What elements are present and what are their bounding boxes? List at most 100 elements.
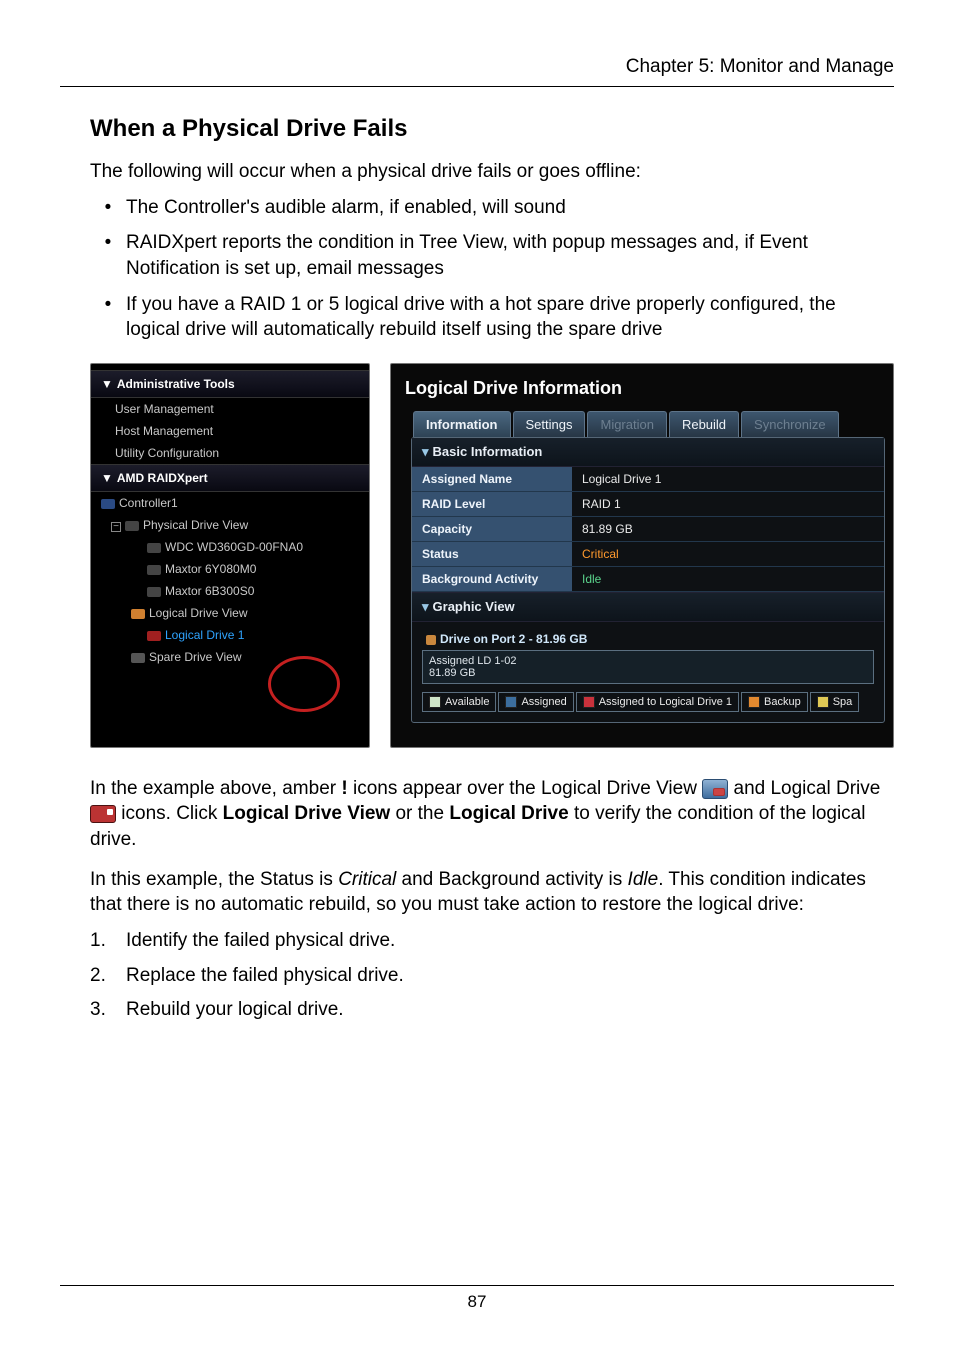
field-label: Background Activity (412, 567, 572, 592)
bullet-item: If you have a RAID 1 or 5 logical drive … (126, 292, 894, 343)
legend-assigned: Assigned (498, 692, 573, 712)
tab-rebuild[interactable]: Rebuild (669, 411, 739, 437)
bullet-icon: • (90, 292, 126, 343)
step-number: 3. (90, 997, 126, 1024)
drive-icon (147, 587, 161, 597)
tree-header-admin[interactable]: ▼ Administrative Tools (91, 370, 369, 398)
bullet-icon: • (90, 230, 126, 281)
legend-assigned-ld1: Assigned to Logical Drive 1 (576, 692, 739, 712)
panel-title: Logical Drive Information (393, 374, 893, 411)
swatch-icon (583, 696, 595, 708)
drive-icon (426, 635, 436, 645)
logical-drive-view-icon (702, 779, 728, 799)
tab-information[interactable]: Information (413, 411, 511, 437)
logical-drive-icon (147, 631, 161, 641)
section-label: Basic Information (433, 444, 543, 459)
swatch-icon (505, 696, 517, 708)
paragraph: In the example above, amber ! icons appe… (90, 776, 894, 853)
field-value-bg: Idle (572, 567, 884, 592)
field-value: Logical Drive 1 (572, 467, 884, 492)
tree-header-label: Administrative Tools (117, 377, 235, 391)
legend: Available Assigned Assigned to Logical D… (422, 692, 874, 712)
bullet-icon: • (90, 195, 126, 221)
field-label: RAID Level (412, 492, 572, 517)
step-text: Replace the failed physical drive. (126, 963, 894, 990)
step-number: 1. (90, 928, 126, 955)
tree-label: Maxtor 6Y080M0 (165, 562, 256, 576)
tree-item-logical-drive-view[interactable]: Logical Drive View (91, 602, 369, 624)
swatch-icon (817, 696, 829, 708)
section-heading: When a Physical Drive Fails (90, 115, 894, 143)
field-label: Capacity (412, 517, 572, 542)
field-label: Assigned Name (412, 467, 572, 492)
tree-label: Maxtor 6B300S0 (165, 584, 254, 598)
triangle-down-icon: ▼ (101, 471, 113, 485)
header-rule (60, 86, 894, 87)
tab-bar: Information Settings Migration Rebuild S… (393, 411, 893, 437)
tree-label: Logical Drive View (149, 606, 248, 620)
tree-header-label: AMD RAIDXpert (117, 471, 208, 485)
app-screenshot: ▼ Administrative Tools User Management Ho… (90, 363, 894, 748)
controller-icon (101, 499, 115, 509)
tree-item-drive[interactable]: Maxtor 6Y080M0 (91, 558, 369, 580)
drive-icon (147, 543, 161, 553)
field-label: Status (412, 542, 572, 567)
tree-item-user-management[interactable]: User Management (91, 398, 369, 420)
paragraph: In this example, the Status is Critical … (90, 867, 894, 918)
drive-icon (147, 565, 161, 575)
step-text: Identify the failed physical drive. (126, 928, 894, 955)
drive-port-label: Drive on Port 2 - 81.96 GB (422, 626, 874, 650)
tree-item-drive[interactable]: Maxtor 6B300S0 (91, 580, 369, 602)
collapse-icon[interactable]: − (111, 522, 121, 532)
field-value: RAID 1 (572, 492, 884, 517)
drive-group-icon (125, 521, 139, 531)
info-card: ▾ Basic Information Assigned NameLogical … (411, 437, 885, 723)
swatch-icon (748, 696, 760, 708)
section-label: Graphic View (433, 599, 515, 614)
bar-text: 81.89 GB (429, 667, 867, 679)
capacity-bar: Assigned LD 1-02 81.89 GB (422, 650, 874, 684)
tree-item-utility-configuration[interactable]: Utility Configuration (91, 442, 369, 464)
step-text: Rebuild your logical drive. (126, 997, 894, 1024)
intro-paragraph: The following will occur when a physical… (90, 159, 894, 185)
footer-rule (60, 1285, 894, 1286)
tab-settings[interactable]: Settings (513, 411, 586, 437)
legend-backup: Backup (741, 692, 808, 712)
field-value: 81.89 GB (572, 517, 884, 542)
tree-item-physical-drive-view[interactable]: − Physical Drive View (91, 514, 369, 536)
tree-item-host-management[interactable]: Host Management (91, 420, 369, 442)
tree-item-spare-drive-view[interactable]: Spare Drive View (91, 646, 369, 668)
chapter-label: Chapter 5: Monitor and Manage (60, 56, 894, 78)
field-value-status: Critical (572, 542, 884, 567)
chevron-down-icon: ▾ (422, 444, 429, 459)
tab-migration: Migration (587, 411, 666, 437)
tree-item-controller[interactable]: Controller1 (91, 492, 369, 514)
tree-item-drive[interactable]: WDC WD360GD-00FNA0 (91, 536, 369, 558)
bullet-item: RAIDXpert reports the condition in Tree … (126, 230, 894, 281)
logical-drive-view-icon (131, 609, 145, 619)
page-footer: 87 (0, 1285, 954, 1312)
tree-header-raidxpert[interactable]: ▼ AMD RAIDXpert (91, 464, 369, 492)
section-basic-information[interactable]: ▾ Basic Information (412, 438, 884, 467)
logical-drive-info-panel: Logical Drive Information Information Se… (390, 363, 894, 748)
tree-view: ▼ Administrative Tools User Management Ho… (90, 363, 370, 748)
legend-spare: Spa (810, 692, 860, 712)
swatch-icon (429, 696, 441, 708)
triangle-down-icon: ▼ (101, 377, 113, 391)
chevron-down-icon: ▾ (422, 599, 429, 614)
spare-drive-icon (131, 653, 145, 663)
step-number: 2. (90, 963, 126, 990)
tree-item-logical-drive-1[interactable]: Logical Drive 1 (91, 624, 369, 646)
legend-available: Available (422, 692, 496, 712)
bullet-item: The Controller's audible alarm, if enabl… (126, 195, 894, 221)
logical-drive-icon (90, 805, 116, 823)
tab-synchronize: Synchronize (741, 411, 839, 437)
tree-label: Physical Drive View (143, 518, 248, 532)
tree-label: WDC WD360GD-00FNA0 (165, 540, 303, 554)
bar-text: Assigned LD 1-02 (429, 655, 867, 667)
tree-label: Spare Drive View (149, 650, 241, 664)
tree-label: Controller1 (119, 496, 178, 510)
tree-label: Logical Drive 1 (165, 628, 244, 642)
page-number: 87 (0, 1292, 954, 1312)
section-graphic-view[interactable]: ▾ Graphic View (412, 592, 884, 622)
